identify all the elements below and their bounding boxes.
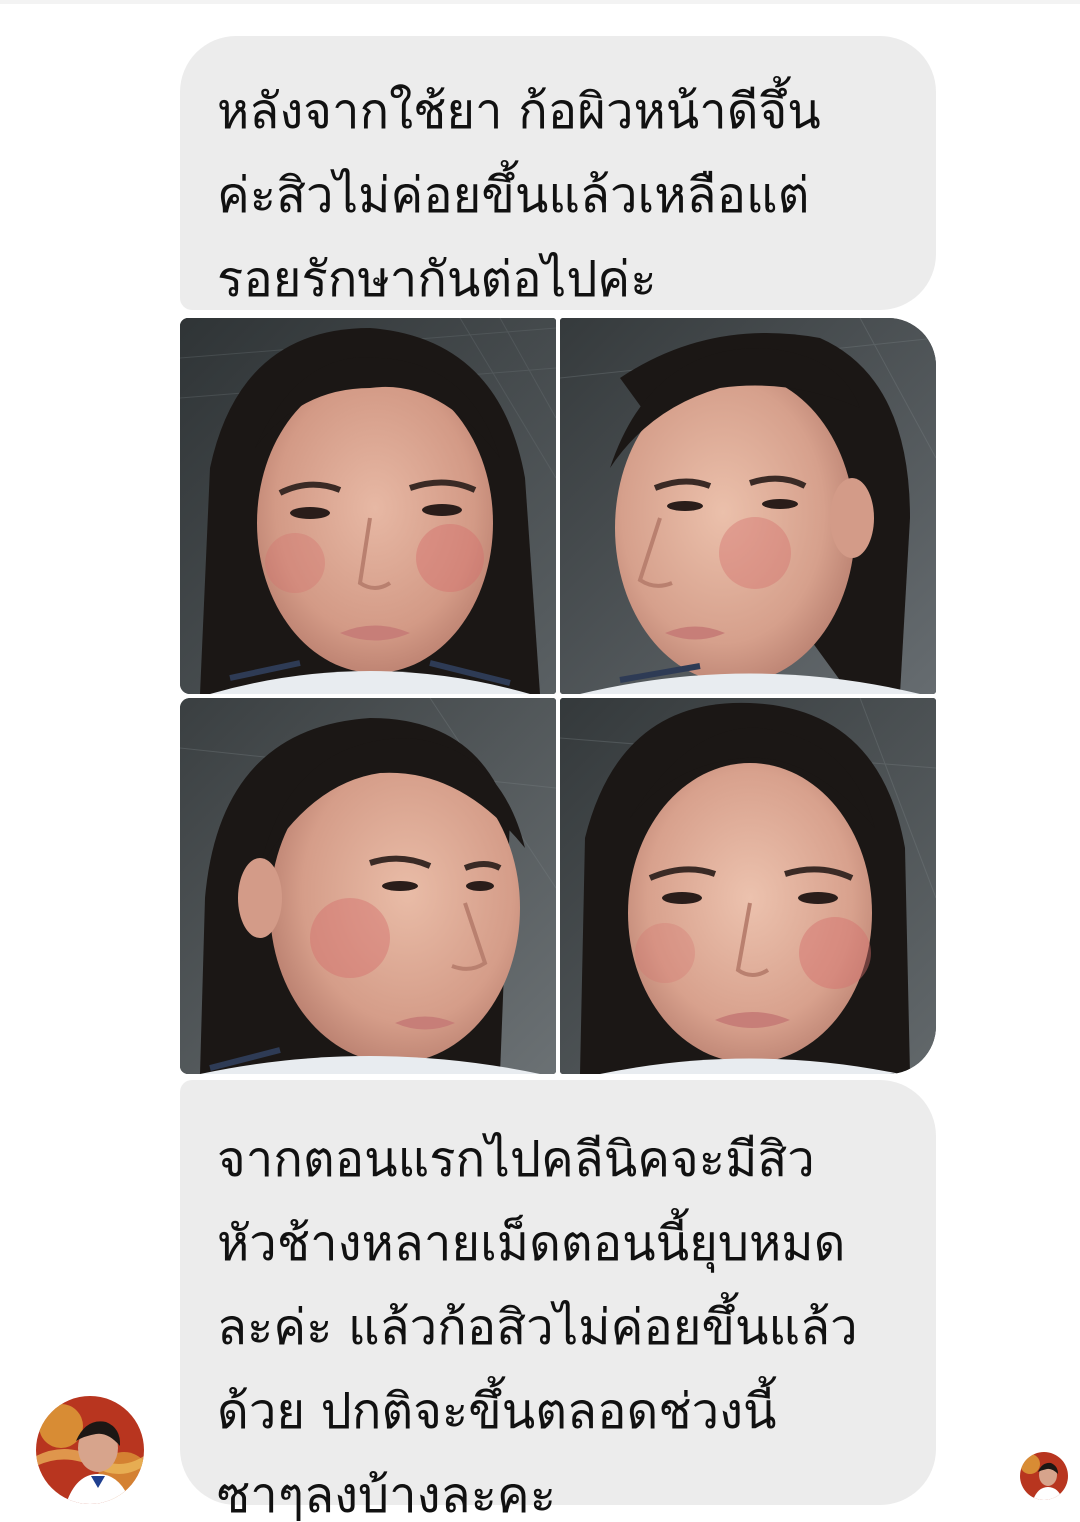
user-avatar-icon[interactable] bbox=[36, 1396, 144, 1504]
photo-grid bbox=[180, 318, 936, 1074]
face-photo-image bbox=[560, 318, 936, 694]
photo-selfie-front-before[interactable] bbox=[180, 318, 556, 694]
message-bubble-1[interactable]: หลังจากใช้ยา ก้อผิวหน้าดีจึ้น ค่ะสิวไม่ค… bbox=[180, 36, 936, 310]
message-line: ด้วย ปกติจะขึ้นตลอดช่วงนี้ bbox=[217, 1383, 777, 1440]
message-line: หลังจากใช้ยา ก้อผิวหน้าดีจึ้น bbox=[217, 83, 821, 140]
face-photo-image bbox=[560, 698, 936, 1074]
seen-avatar-icon bbox=[1020, 1452, 1068, 1500]
chat-thread: หลังจากใช้ยา ก้อผิวหน้าดีจึ้น ค่ะสิวไม่ค… bbox=[0, 0, 1080, 1522]
message-line: ละค่ะ แล้วก้อสิวไม่ค่อยขึ้นแล้ว bbox=[217, 1299, 858, 1356]
face-photo-image bbox=[180, 318, 556, 694]
photo-selfie-left-profile[interactable] bbox=[560, 318, 936, 694]
avatar-image bbox=[36, 1396, 144, 1504]
photo-selfie-right-profile[interactable] bbox=[180, 698, 556, 1074]
message-bubble-2[interactable]: จากตอนแรกไปคลีนิคจะมีสิว หัวช้างหลายเม็ด… bbox=[180, 1080, 936, 1522]
seen-avatar-image bbox=[1020, 1452, 1068, 1500]
photo-selfie-front-after[interactable] bbox=[560, 698, 936, 1074]
message-line: ซาๆลงบ้างละคะ bbox=[217, 1467, 557, 1522]
message-line: รอยรักษากันต่อไปค่ะ bbox=[217, 251, 657, 308]
face-photo-image bbox=[180, 698, 556, 1074]
top-divider bbox=[0, 0, 1080, 4]
message-line: ค่ะสิวไม่ค่อยขึ้นแล้วเหลือแต่ bbox=[217, 167, 810, 224]
message-line: จากตอนแรกไปคลีนิคจะมีสิว bbox=[217, 1131, 815, 1188]
message-line: หัวช้างหลายเม็ดตอนนี้ยุบหมด bbox=[217, 1215, 846, 1272]
